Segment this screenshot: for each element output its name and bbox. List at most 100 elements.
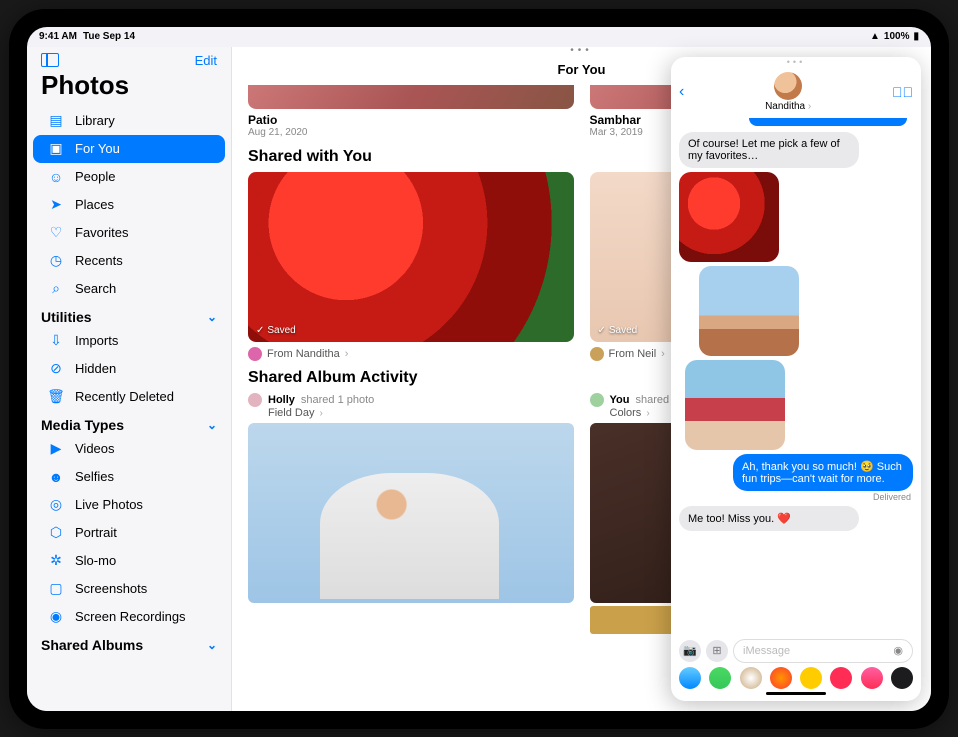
sidebar-item-label: Imports — [75, 333, 118, 348]
places-icon: ➤ — [47, 196, 65, 214]
check-icon: ✓ — [256, 325, 264, 336]
sidebar-item-label: Recents — [75, 253, 123, 268]
sidebar-item-foryou[interactable]: ▣ For You — [33, 135, 225, 163]
activity-image — [248, 423, 574, 603]
sidebar-item-label: Search — [75, 281, 116, 296]
section-title-label: Shared Albums — [41, 637, 143, 653]
sidebar-item-places[interactable]: ➤ Places — [33, 191, 225, 219]
recording-icon: ◉ — [47, 608, 65, 626]
sidebar-item-label: Places — [75, 197, 114, 212]
section-title-label: Utilities — [41, 309, 92, 325]
sidebar-item-recents[interactable]: ◷ Recents — [33, 247, 225, 275]
activity-name: You — [610, 394, 630, 406]
received-message[interactable]: Me too! Miss you. ❤️ — [679, 506, 859, 531]
avatar — [248, 347, 262, 361]
back-button[interactable]: ‹ — [679, 83, 684, 101]
video-icon: ▶ — [47, 440, 65, 458]
foryou-icon: ▣ — [47, 140, 65, 158]
sidebar-item-label: Hidden — [75, 361, 116, 376]
people-icon: ☺ — [47, 168, 65, 186]
sidebar-item-slomo[interactable]: ✲ Slo-mo — [33, 547, 225, 575]
live-icon: ◎ — [47, 496, 65, 514]
sidebar-item-recently-deleted[interactable]: 🗑 Recently Deleted — [33, 383, 225, 411]
sidebar-item-screen-recordings[interactable]: ◉ Screen Recordings — [33, 603, 225, 631]
section-utilities[interactable]: Utilities ⌄ — [27, 303, 231, 327]
sidebar-item-search[interactable]: ⌕ Search — [33, 275, 225, 303]
home-indicator[interactable] — [766, 692, 826, 695]
sidebar-item-favorites[interactable]: ♡ Favorites — [33, 219, 225, 247]
message-photo[interactable] — [685, 360, 785, 450]
sidebar-item-label: Favorites — [75, 225, 128, 240]
app-photos-icon[interactable] — [709, 667, 731, 689]
sidebar-item-imports[interactable]: ⇩ Imports — [33, 327, 225, 355]
shared-thumb-peppers: ✓ Saved — [248, 172, 574, 342]
hidden-icon: ⊘ — [47, 360, 65, 378]
message-stream[interactable]: Of course! Let me pick a few of my favor… — [671, 114, 921, 635]
sidebar-item-live-photos[interactable]: ◎ Live Photos — [33, 491, 225, 519]
ipad-frame: 9:41 AM Tue Sep 14 ▲ 100% ▮ Edit Photos … — [9, 9, 949, 729]
mic-icon[interactable]: ◉ — [893, 644, 903, 657]
appstore-icon[interactable]: ⊞ — [706, 640, 728, 662]
section-shared-albums[interactable]: Shared Albums ⌄ — [27, 631, 231, 655]
avatar — [590, 393, 604, 407]
status-date: Tue Sep 14 — [83, 31, 135, 42]
battery-icon: ▮ — [913, 31, 919, 42]
sidebar-item-people[interactable]: ☺ People — [33, 163, 225, 191]
app-icon[interactable] — [800, 667, 822, 689]
sidebar-item-hidden[interactable]: ⊘ Hidden — [33, 355, 225, 383]
pager-dots: ••• — [232, 47, 931, 56]
sidebar-item-label: Live Photos — [75, 497, 143, 512]
activity-album: Colors — [610, 407, 642, 419]
section-title-label: Media Types — [41, 417, 124, 433]
app-strip — [679, 667, 913, 689]
sent-message[interactable]: Ah, thank you so much! 🥹 Such fun trips—… — [733, 454, 913, 491]
sidebar-item-portrait[interactable]: ⬡ Portrait — [33, 519, 225, 547]
app-music-icon[interactable] — [861, 667, 883, 689]
received-message[interactable]: Of course! Let me pick a few of my favor… — [679, 132, 859, 168]
app-stickers-icon[interactable] — [770, 667, 792, 689]
sidebar-item-label: Selfies — [75, 469, 114, 484]
saved-badge: ✓ Saved — [256, 325, 296, 336]
import-icon: ⇩ — [47, 332, 65, 350]
chevron-right-icon: › — [661, 348, 665, 360]
camera-icon[interactable]: 📷 — [679, 640, 701, 662]
sidebar-item-label: Videos — [75, 441, 115, 456]
sidebar-item-videos[interactable]: ▶ Videos — [33, 435, 225, 463]
app-icon[interactable] — [830, 667, 852, 689]
app-store-icon[interactable] — [679, 667, 701, 689]
sidebar-item-label: People — [75, 169, 115, 184]
sidebar-item-selfies[interactable]: ☻ Selfies — [33, 463, 225, 491]
status-time: 9:41 AM — [39, 31, 77, 42]
sidebar-item-screenshots[interactable]: ▢ Screenshots — [33, 575, 225, 603]
message-photo[interactable] — [679, 172, 779, 262]
contact-avatar[interactable] — [774, 72, 802, 100]
sidebar-item-library[interactable]: ▤ Library — [33, 107, 225, 135]
memory-card-patio[interactable]: Patio Aug 21, 2020 — [248, 85, 574, 138]
selfie-icon: ☻ — [47, 468, 65, 486]
video-call-icon[interactable]: ▢⃞ — [892, 84, 913, 100]
from-label: From Nanditha — [267, 348, 340, 360]
heart-icon: ♡ — [47, 224, 65, 242]
app-title: Photos — [27, 70, 231, 107]
shared-card[interactable]: ✓ Saved From Nanditha › — [248, 172, 574, 361]
section-media-types[interactable]: Media Types ⌄ — [27, 411, 231, 435]
sidebar-item-label: Screenshots — [75, 581, 147, 596]
sidebar-item-label: Recently Deleted — [75, 389, 174, 404]
sidebar-item-label: Portrait — [75, 525, 117, 540]
app-digital-touch-icon[interactable] — [891, 667, 913, 689]
contact-name[interactable]: Nanditha › — [765, 101, 811, 112]
saved-badge: ✓ Saved — [598, 325, 638, 336]
edit-button[interactable]: Edit — [195, 53, 217, 68]
message-input[interactable]: iMessage ◉ — [733, 639, 913, 663]
sidebar-item-label: Slo-mo — [75, 553, 116, 568]
message-photo[interactable] — [699, 266, 799, 356]
delivered-label: Delivered — [679, 492, 911, 502]
input-placeholder: iMessage — [743, 645, 790, 657]
slideover-dots: ••• — [671, 57, 921, 67]
activity-card[interactable]: Holly shared 1 photo Field Day › — [248, 393, 574, 634]
sidebar-toggle-icon[interactable] — [41, 53, 59, 67]
wifi-icon: ▲ — [870, 31, 880, 42]
app-memoji-icon[interactable] — [740, 667, 762, 689]
chevron-right-icon: › — [345, 348, 349, 360]
clock-icon: ◷ — [47, 252, 65, 270]
